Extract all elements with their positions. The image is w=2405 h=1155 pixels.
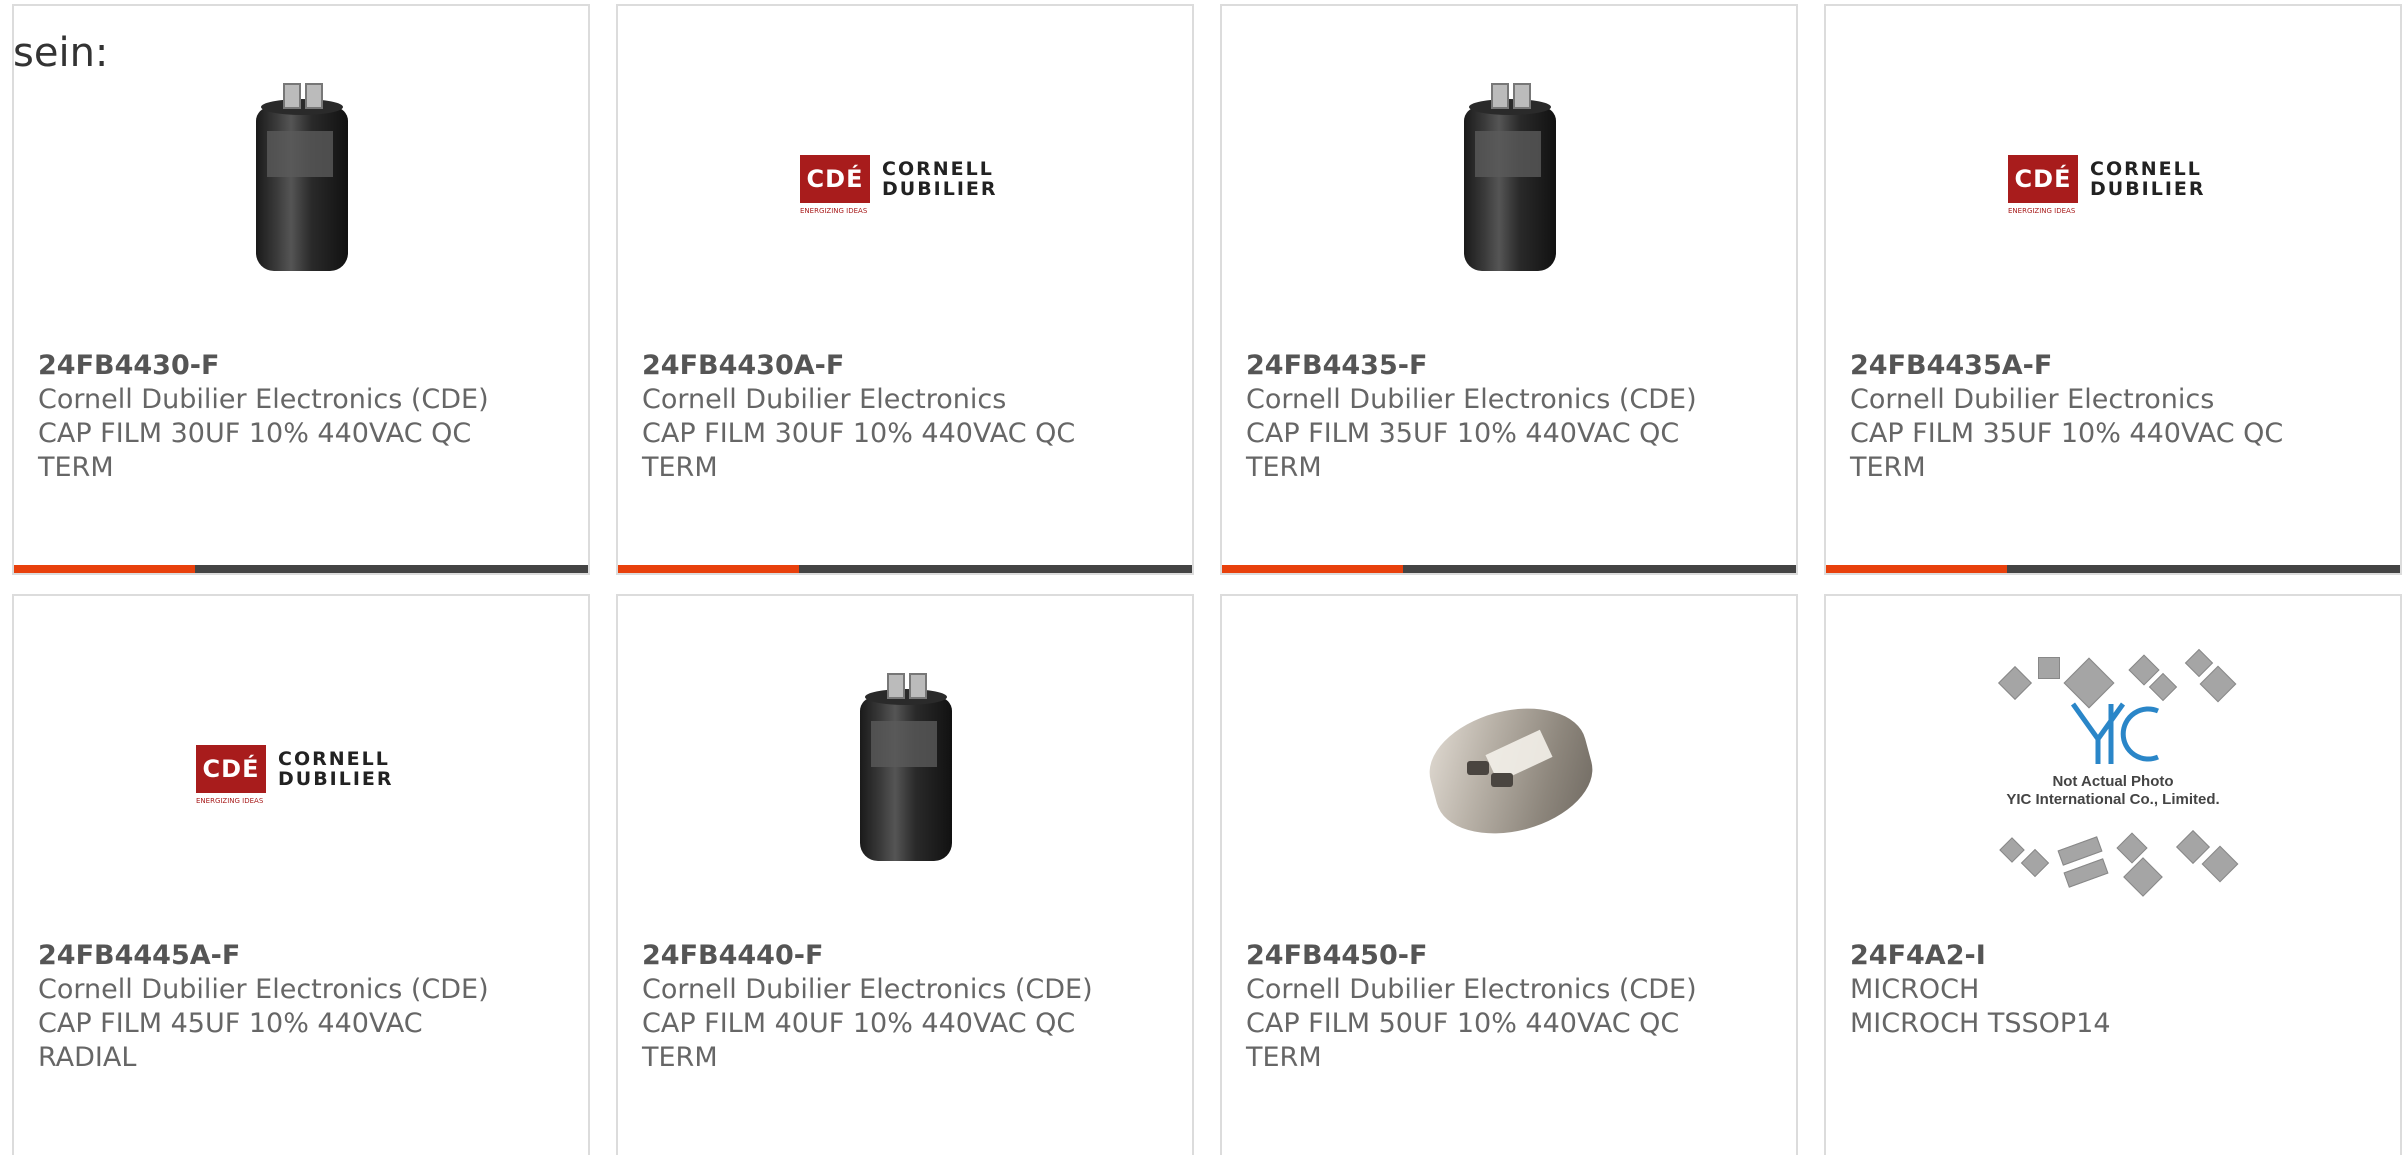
product-description: CAP FILM 45UF 10% 440VAC RADIAL [38, 1008, 423, 1073]
product-card[interactable]: CDÉ ENERGIZING IDEAS CORNELL DUBILIER 24FB… [1824, 4, 2402, 575]
card-progress-bar [14, 565, 588, 573]
product-image[interactable] [618, 666, 1192, 872]
product-image[interactable]: Not Actual Photo YIC International Co., … [1826, 648, 2400, 897]
part-number-link[interactable]: 24FB4435A-F [1850, 349, 2310, 383]
part-number-link[interactable]: 24FB4445A-F [38, 939, 498, 973]
card-progress-bar [618, 565, 1192, 573]
manufacturer-name: Cornell Dubilier Electronics [642, 384, 1007, 415]
product-image[interactable] [14, 76, 588, 282]
part-number-link[interactable]: 24F4A2-I [1850, 939, 2310, 973]
product-card[interactable]: CDÉ ENERGIZING IDEAS CORNELL DUBILIER 24FB… [12, 594, 590, 1155]
card-progress-fill [1222, 565, 1403, 573]
product-image[interactable] [1222, 76, 1796, 282]
yic-logo-icon [2070, 702, 2159, 764]
cde-logo-word-cornell: CORNELL [882, 158, 994, 180]
part-number-link[interactable]: 24FB4440-F [642, 939, 1102, 973]
capacitor-icon [1409, 669, 1609, 869]
card-progress-bar [1826, 565, 2400, 573]
manufacturer-name: Cornell Dubilier Electronics (CDE) [38, 384, 489, 415]
cde-logo-mark: CDÉ [202, 755, 260, 783]
cde-logo-word-dubilier: DUBILIER [278, 768, 394, 790]
product-image[interactable]: CDÉ ENERGIZING IDEAS CORNELL DUBILIER [618, 76, 1192, 282]
product-card[interactable]: 24FB4430-F Cornell Dubilier Electronics … [12, 4, 590, 575]
product-description: CAP FILM 40UF 10% 440VAC QC TERM [642, 1008, 1076, 1073]
capacitor-icon [805, 669, 1005, 869]
cde-logo-tagline: ENERGIZING IDEAS [2008, 207, 2076, 215]
product-card[interactable]: 24FB4440-F Cornell Dubilier Electronics … [616, 594, 1194, 1155]
cde-logo-word-dubilier: DUBILIER [2090, 178, 2206, 200]
cde-logo-word-cornell: CORNELL [278, 748, 390, 770]
part-number-link[interactable]: 24FB4430-F [38, 349, 498, 383]
part-number-link[interactable]: 24FB4450-F [1246, 939, 1706, 973]
product-description: CAP FILM 50UF 10% 440VAC QC TERM [1246, 1008, 1680, 1073]
card-progress-fill [1826, 565, 2007, 573]
manufacturer-name: Cornell Dubilier Electronics (CDE) [38, 974, 489, 1005]
yic-caption-line1: Not Actual Photo [2052, 773, 2174, 790]
product-image[interactable]: CDÉ ENERGIZING IDEAS CORNELL DUBILIER [1826, 76, 2400, 282]
product-description: CAP FILM 30UF 10% 440VAC QC TERM [38, 418, 472, 483]
product-image[interactable] [1222, 666, 1796, 872]
product-description: CAP FILM 35UF 10% 440VAC QC TERM [1850, 418, 2284, 483]
not-actual-photo-icon: Not Actual Photo YIC International Co., … [1983, 648, 2243, 897]
manufacturer-name: Cornell Dubilier Electronics [1850, 384, 2215, 415]
product-description: CAP FILM 30UF 10% 440VAC QC TERM [642, 418, 1076, 483]
product-card[interactable]: Not Actual Photo YIC International Co., … [1824, 594, 2402, 1155]
card-progress-fill [618, 565, 799, 573]
product-card[interactable]: 24FB4435-F Cornell Dubilier Electronics … [1220, 4, 1798, 575]
cde-logo-icon: CDÉ ENERGIZING IDEAS CORNELL DUBILIER [2008, 155, 2218, 215]
manufacturer-name: Cornell Dubilier Electronics (CDE) [1246, 974, 1697, 1005]
intro-text: sein: [13, 30, 109, 76]
product-card[interactable]: 24FB4450-F Cornell Dubilier Electronics … [1220, 594, 1798, 1155]
cde-logo-mark: CDÉ [806, 165, 864, 193]
capacitor-icon [1409, 79, 1609, 279]
manufacturer-name: Cornell Dubilier Electronics (CDE) [642, 974, 1093, 1005]
product-image[interactable]: CDÉ ENERGIZING IDEAS CORNELL DUBILIER [14, 666, 588, 872]
yic-caption-line2: YIC International Co., Limited. [2006, 791, 2220, 808]
cde-logo-icon: CDÉ ENERGIZING IDEAS CORNELL DUBILIER [196, 745, 406, 805]
cde-logo-mark: CDÉ [2014, 165, 2072, 193]
product-description: CAP FILM 35UF 10% 440VAC QC TERM [1246, 418, 1680, 483]
part-number-link[interactable]: 24FB4430A-F [642, 349, 1102, 383]
product-card[interactable]: CDÉ ENERGIZING IDEAS CORNELL DUBILIER 24FB… [616, 4, 1194, 575]
product-description: MICROCH TSSOP14 [1850, 1008, 2111, 1039]
cde-logo-word-dubilier: DUBILIER [882, 178, 998, 200]
card-progress-fill [14, 565, 195, 573]
manufacturer-name: Cornell Dubilier Electronics (CDE) [1246, 384, 1697, 415]
capacitor-icon [201, 79, 401, 279]
cde-logo-tagline: ENERGIZING IDEAS [800, 207, 868, 215]
cde-logo-tagline: ENERGIZING IDEAS [196, 797, 264, 805]
card-progress-bar [1222, 565, 1796, 573]
manufacturer-name: MICROCH [1850, 974, 1980, 1005]
part-number-link[interactable]: 24FB4435-F [1246, 349, 1706, 383]
cde-logo-icon: CDÉ ENERGIZING IDEAS CORNELL DUBILIER [800, 155, 1010, 215]
cde-logo-word-cornell: CORNELL [2090, 158, 2202, 180]
product-grid-page: sein: 24FB4430-F Cornell Dubilier Electr… [0, 0, 2405, 1155]
